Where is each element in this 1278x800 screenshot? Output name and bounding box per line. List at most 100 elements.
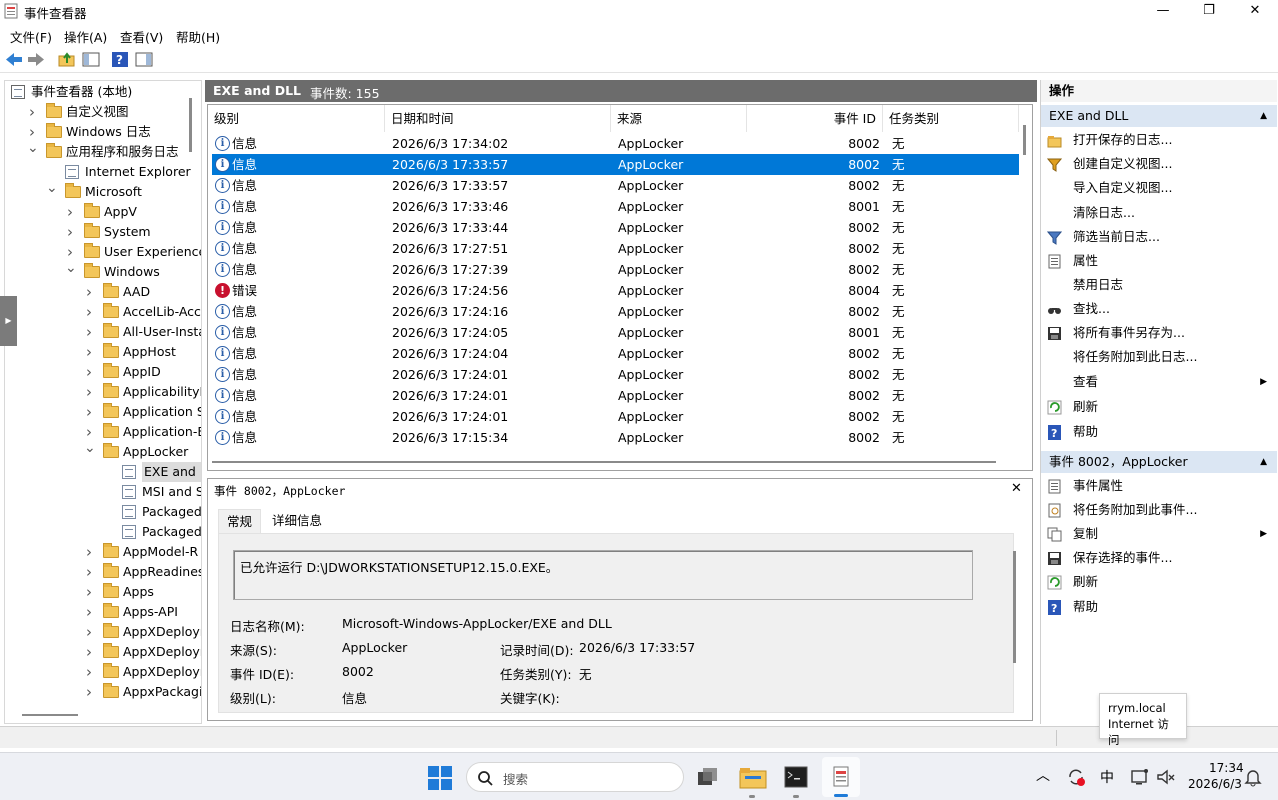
tree-item[interactable]: Packaged — [5, 502, 201, 522]
chevron-right-icon[interactable]: › — [84, 422, 94, 442]
chevron-right-icon[interactable]: › — [84, 322, 94, 342]
action-item[interactable]: 保存选择的事件... — [1041, 546, 1277, 570]
up-folder-icon[interactable] — [58, 51, 76, 68]
chevron-right-icon[interactable]: › — [84, 382, 94, 402]
event-row[interactable]: i 信息 2026/6/3 17:34:02 AppLocker 8002 无 — [212, 133, 1019, 154]
action-item[interactable]: 打开保存的日志... — [1041, 128, 1277, 152]
tree-item[interactable]: › Windows 日志 — [5, 122, 189, 142]
chevron-right-icon[interactable]: › — [84, 662, 94, 682]
show-hide-tree-icon[interactable] — [82, 51, 100, 68]
column-header-level[interactable]: 级别 — [208, 105, 385, 132]
tab-general[interactable]: 常规 — [218, 509, 262, 533]
tree-item[interactable]: ⌄ 应用程序和服务日志 — [5, 141, 189, 162]
taskbar-active-app[interactable] — [822, 757, 860, 797]
chevron-down-icon[interactable]: ⌄ — [65, 261, 77, 275]
chevron-right-icon[interactable]: › — [84, 402, 94, 422]
action-item[interactable]: 属性 — [1041, 249, 1277, 273]
action-item[interactable]: 禁用日志 — [1041, 273, 1277, 297]
tree-item[interactable]: › Application-E — [5, 422, 201, 442]
action-item[interactable]: 将任务附加到此事件... — [1041, 498, 1277, 522]
event-row[interactable]: i 信息 2026/6/3 17:33:44 AppLocker 8002 无 — [212, 217, 1019, 238]
tree-item[interactable]: 事件查看器 (本地) — [5, 82, 189, 102]
tree-item[interactable]: › AppID — [5, 362, 189, 382]
side-collapse-handle[interactable]: ▶ — [0, 296, 17, 346]
action-item[interactable]: ? 帮助 — [1041, 420, 1277, 444]
tree-item[interactable]: › AppxPackagi — [5, 682, 201, 702]
action-item[interactable]: 筛选当前日志... — [1041, 225, 1277, 249]
chevron-right-icon[interactable]: › — [65, 222, 75, 242]
action-item[interactable]: 查看 ▶ — [1041, 370, 1277, 394]
tree-item[interactable]: MSI and S — [5, 482, 201, 502]
ime-indicator[interactable]: 中 — [1100, 767, 1114, 787]
action-item[interactable]: 刷新 — [1041, 395, 1277, 419]
tree-item[interactable]: ⌄ AppLocker — [5, 441, 189, 462]
tree-item[interactable]: › User Experience — [5, 242, 201, 262]
tree-item[interactable]: › 自定义视图 — [5, 102, 189, 122]
event-row[interactable]: i 信息 2026/6/3 17:33:57 AppLocker 8002 无 — [212, 175, 1019, 196]
event-row[interactable]: i 信息 2026/6/3 17:24:04 AppLocker 8002 无 — [212, 343, 1019, 364]
collapse-up-icon[interactable]: ▲ — [1260, 105, 1267, 127]
close-button[interactable]: ✕ — [1232, 0, 1278, 22]
chevron-right-icon[interactable]: › — [65, 242, 75, 262]
action-item[interactable]: 将所有事件另存为... — [1041, 321, 1277, 345]
clock-date[interactable]: 2026/6/3 — [1188, 777, 1242, 791]
event-row[interactable]: i 信息 2026/6/3 17:33:46 AppLocker 8001 无 — [212, 196, 1019, 217]
menu-view[interactable]: 查看(V) — [120, 27, 163, 46]
event-row[interactable]: i 信息 2026/6/3 17:27:39 AppLocker 8002 无 — [212, 259, 1019, 280]
chevron-right-icon[interactable]: › — [27, 102, 37, 122]
action-item[interactable]: 将任务附加到此日志... — [1041, 345, 1277, 369]
taskbar-search-box[interactable]: 搜索 — [466, 762, 684, 792]
restore-button[interactable]: ❐ — [1186, 0, 1232, 22]
task-view-icon[interactable] — [696, 766, 720, 788]
tree-item[interactable]: › ApplicabilityE — [5, 382, 201, 402]
event-row[interactable]: i 信息 2026/6/3 17:24:16 AppLocker 8002 无 — [212, 301, 1019, 322]
help-icon[interactable]: ? — [111, 51, 129, 68]
tree-item[interactable]: › AAD — [5, 282, 189, 302]
tree-item[interactable]: ⌄ Windows — [5, 261, 189, 282]
list-scrollbar-thumb[interactable] — [1023, 125, 1026, 155]
chevron-up-icon[interactable]: ︿ — [1036, 765, 1050, 785]
column-header-task-category[interactable]: 任务类别 — [883, 105, 1019, 132]
chevron-right-icon[interactable]: › — [84, 282, 94, 302]
chevron-right-icon[interactable]: › — [84, 302, 94, 322]
action-item[interactable]: 清除日志... — [1041, 201, 1277, 225]
chevron-right-icon[interactable]: › — [84, 642, 94, 662]
chevron-right-icon[interactable]: › — [65, 202, 75, 222]
column-header-datetime[interactable]: 日期和时间 — [385, 105, 611, 132]
event-row[interactable]: i 信息 2026/6/3 17:24:01 AppLocker 8002 无 — [212, 364, 1019, 385]
windows-start-icon[interactable] — [428, 766, 452, 790]
chevron-right-icon[interactable]: › — [84, 542, 94, 562]
network-icon[interactable] — [1130, 767, 1150, 787]
event-row[interactable]: i 信息 2026/6/3 17:24:01 AppLocker 8002 无 — [212, 406, 1019, 427]
action-item[interactable]: 查找... — [1041, 297, 1277, 321]
chevron-right-icon[interactable]: › — [84, 562, 94, 582]
detail-scrollbar-thumb[interactable] — [1013, 551, 1016, 663]
tree-item[interactable]: › AppReadines — [5, 562, 201, 582]
detail-close-icon[interactable]: ✕ — [1011, 481, 1022, 496]
chevron-right-icon[interactable]: › — [84, 602, 94, 622]
action-item[interactable]: 事件属性 — [1041, 474, 1277, 498]
chevron-right-icon[interactable]: › — [84, 622, 94, 642]
volume-muted-icon[interactable] — [1156, 767, 1176, 787]
action-item[interactable]: ? 帮助 — [1041, 595, 1277, 619]
forward-arrow-icon[interactable] — [27, 51, 45, 68]
tree-item[interactable]: ⌄ Microsoft — [5, 181, 189, 202]
back-arrow-icon[interactable] — [5, 51, 23, 68]
chevron-right-icon[interactable]: › — [84, 342, 94, 362]
menu-file[interactable]: 文件(F) — [10, 27, 52, 46]
chevron-right-icon[interactable]: › — [84, 682, 94, 702]
tree-item[interactable]: › AppXDeployı — [5, 662, 201, 682]
tree-item[interactable]: › AppXDeployı — [5, 642, 201, 662]
minimize-button[interactable]: — — [1140, 0, 1186, 22]
menu-help[interactable]: 帮助(H) — [176, 27, 220, 46]
tree-item[interactable]: › AppXDeployı — [5, 622, 201, 642]
column-header-event-id[interactable]: 事件 ID — [747, 105, 883, 132]
chevron-right-icon[interactable]: › — [84, 362, 94, 382]
tree-item[interactable]: › Apps — [5, 582, 189, 602]
terminal-icon[interactable] — [784, 766, 808, 788]
tab-details[interactable]: 详细信息 — [264, 509, 330, 533]
tree-item[interactable]: › AppHost — [5, 342, 189, 362]
event-row[interactable]: i 信息 2026/6/3 17:24:05 AppLocker 8001 无 — [212, 322, 1019, 343]
event-row[interactable]: ! 错误 2026/6/3 17:24:56 AppLocker 8004 无 — [212, 280, 1019, 301]
chevron-down-icon[interactable]: ⌄ — [27, 141, 39, 155]
